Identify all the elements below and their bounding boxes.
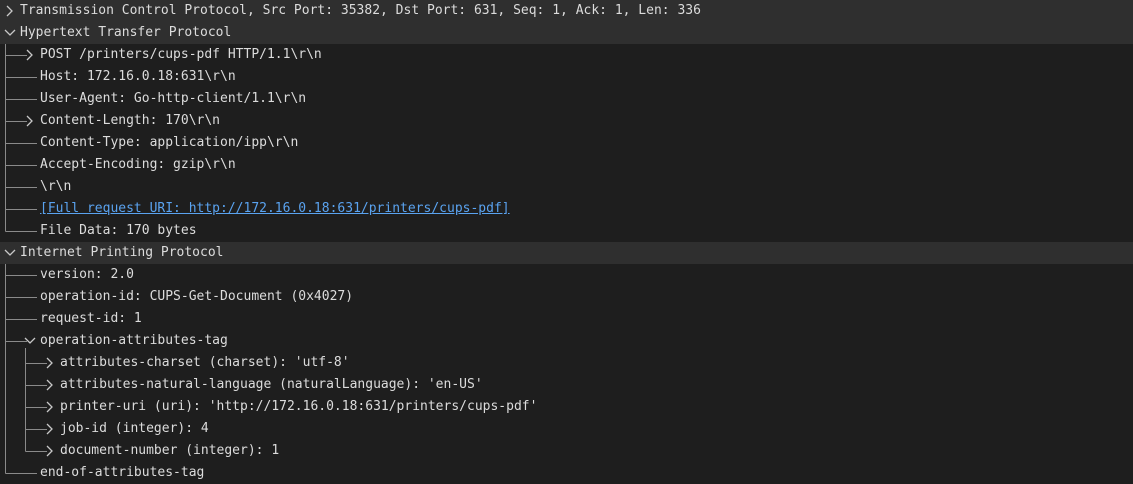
tree-row-label: version: 2.0	[40, 267, 134, 282]
tree-row-internet-printing-protocol[interactable]: Internet Printing Protocol	[0, 242, 1133, 264]
tree-row-label: operation-id: CUPS-Get-Document (0x4027)	[40, 289, 354, 304]
chevron-right-icon[interactable]	[3, 4, 17, 18]
tree-row-label: File Data: 170 bytes	[40, 223, 197, 238]
tree-row-label: Accept-Encoding: gzip\r\n	[40, 157, 236, 172]
tree-row-label: Hypertext Transfer Protocol	[20, 25, 232, 40]
chevron-down-icon[interactable]	[23, 334, 37, 348]
tree-row-label: POST /printers/cups-pdf HTTP/1.1\r\n	[40, 47, 322, 62]
tree-row-label: attributes-charset (charset): 'utf-8'	[60, 355, 350, 370]
tree-row-printer-uri-uri-http-172-16-0-18-631-pri[interactable]: printer-uri (uri): 'http://172.16.0.18:6…	[0, 396, 1133, 418]
tree-row-label: request-id: 1	[40, 311, 142, 326]
tree-row-label: operation-attributes-tag	[40, 333, 228, 348]
tree-row-label: Transmission Control Protocol, Src Port:…	[20, 3, 701, 18]
tree-row-label: Internet Printing Protocol	[20, 245, 224, 260]
tree-row-label: end-of-attributes-tag	[40, 465, 205, 480]
tree-row-operation-attributes-tag[interactable]: operation-attributes-tag	[0, 330, 1133, 352]
tree-row-end-of-attributes-tag[interactable]: end-of-attributes-tag	[0, 462, 1133, 484]
tree-row-accept-encoding-gzip[interactable]: Accept-Encoding: gzip\r\n	[0, 154, 1133, 176]
tree-row-label: job-id (integer): 4	[60, 421, 209, 436]
tree-row-request-id-1[interactable]: request-id: 1	[0, 308, 1133, 330]
tree-row-label: \r\n	[40, 179, 72, 194]
chevron-right-icon[interactable]	[43, 378, 57, 392]
packet-details-tree: Transmission Control Protocol, Src Port:…	[0, 0, 1133, 484]
tree-row-label: User-Agent: Go-http-client/1.1\r\n	[40, 91, 307, 106]
chevron-right-icon[interactable]	[43, 400, 57, 414]
tree-row-label: printer-uri (uri): 'http://172.16.0.18:6…	[60, 399, 538, 414]
tree-row-blank[interactable]: \r\n	[0, 176, 1133, 198]
tree-row-label: Content-Type: application/ipp\r\n	[40, 135, 299, 150]
tree-row-label: Host: 172.16.0.18:631\r\n	[40, 69, 236, 84]
tree-row-hypertext-transfer-protocol[interactable]: Hypertext Transfer Protocol	[0, 22, 1133, 44]
tree-row-full-request-uri-http-172-16-0-18-631-pr[interactable]: [Full request URI: http://172.16.0.18:63…	[0, 198, 1133, 220]
chevron-down-icon[interactable]	[3, 26, 17, 40]
tree-row-version-2-0[interactable]: version: 2.0	[0, 264, 1133, 286]
chevron-right-icon[interactable]	[23, 48, 37, 62]
tree-row-label: document-number (integer): 1	[60, 443, 280, 458]
chevron-right-icon[interactable]	[43, 422, 57, 436]
chevron-right-icon[interactable]	[43, 356, 57, 370]
tree-row-document-number-integer-1[interactable]: document-number (integer): 1	[0, 440, 1133, 462]
tree-row-attributes-natural-language-naturallangu[interactable]: attributes-natural-language (naturalLang…	[0, 374, 1133, 396]
tree-row-user-agent-go-http-client-1-1[interactable]: User-Agent: Go-http-client/1.1\r\n	[0, 88, 1133, 110]
tree-row-file-data-170-bytes[interactable]: File Data: 170 bytes	[0, 220, 1133, 242]
chevron-right-icon[interactable]	[23, 114, 37, 128]
tree-row-post-printers-cups-pdf-http-1-1[interactable]: POST /printers/cups-pdf HTTP/1.1\r\n	[0, 44, 1133, 66]
tree-rows: Transmission Control Protocol, Src Port:…	[0, 0, 1133, 484]
tree-row-content-length-170[interactable]: Content-Length: 170\r\n	[0, 110, 1133, 132]
chevron-down-icon[interactable]	[3, 246, 17, 260]
tree-row-content-type-application-ipp[interactable]: Content-Type: application/ipp\r\n	[0, 132, 1133, 154]
tree-row-host-172-16-0-18-631[interactable]: Host: 172.16.0.18:631\r\n	[0, 66, 1133, 88]
tree-row-job-id-integer-4[interactable]: job-id (integer): 4	[0, 418, 1133, 440]
tree-row-transmission-control-protocol-src-port-3[interactable]: Transmission Control Protocol, Src Port:…	[0, 0, 1133, 22]
chevron-right-icon[interactable]	[43, 444, 57, 458]
tree-row-label: Content-Length: 170\r\n	[40, 113, 221, 128]
tree-row-label: attributes-natural-language (naturalLang…	[60, 377, 483, 392]
tree-row-attributes-charset-charset-utf-8[interactable]: attributes-charset (charset): 'utf-8'	[0, 352, 1133, 374]
full-request-uri-link[interactable]: [Full request URI: http://172.16.0.18:63…	[40, 198, 510, 220]
tree-row-operation-id-cups-get-document-0x4027[interactable]: operation-id: CUPS-Get-Document (0x4027)	[0, 286, 1133, 308]
